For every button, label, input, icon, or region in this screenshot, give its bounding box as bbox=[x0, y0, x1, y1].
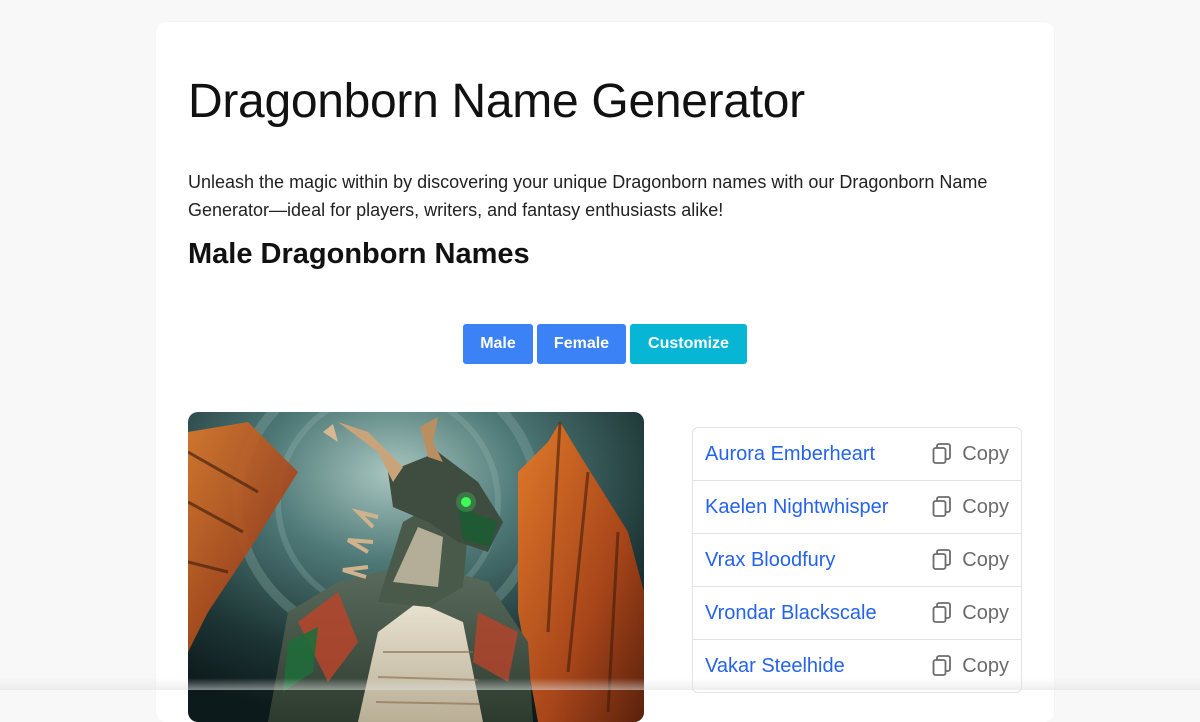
list-item: Kaelen Nightwhisper Copy bbox=[693, 481, 1021, 534]
generated-name[interactable]: Aurora Emberheart bbox=[705, 443, 875, 466]
customize-button[interactable]: Customize bbox=[630, 324, 747, 364]
generated-name[interactable]: Vrondar Blackscale bbox=[705, 602, 877, 625]
copy-label: Copy bbox=[962, 548, 1009, 571]
list-item: Vrondar Blackscale Copy bbox=[693, 587, 1021, 640]
generated-name[interactable]: Kaelen Nightwhisper bbox=[705, 496, 888, 519]
name-list: Aurora Emberheart Copy Kaelen Nightwhisp… bbox=[692, 427, 1022, 693]
female-button[interactable]: Female bbox=[537, 324, 626, 364]
page-description: Unleash the magic within by discovering … bbox=[188, 172, 988, 220]
generated-name[interactable]: Vrax Bloodfury bbox=[705, 549, 835, 572]
dragon-image bbox=[188, 412, 644, 722]
bottom-shadow bbox=[0, 678, 1200, 690]
copy-button[interactable]: Copy bbox=[932, 549, 1009, 572]
copy-label: Copy bbox=[962, 601, 1009, 624]
generator-card: Dragonborn Name Generator Unleash the ma… bbox=[156, 22, 1054, 722]
list-item: Aurora Emberheart Copy bbox=[693, 428, 1021, 481]
copy-icon bbox=[932, 443, 952, 464]
copy-icon bbox=[932, 655, 952, 676]
male-button[interactable]: Male bbox=[463, 324, 533, 364]
copy-button[interactable]: Copy bbox=[932, 443, 1009, 466]
generated-name[interactable]: Vakar Steelhide bbox=[705, 655, 845, 678]
copy-button[interactable]: Copy bbox=[932, 602, 1009, 625]
copy-button[interactable]: Copy bbox=[932, 496, 1009, 519]
page-title: Dragonborn Name Generator bbox=[188, 75, 805, 128]
copy-label: Copy bbox=[962, 442, 1009, 465]
copy-label: Copy bbox=[962, 495, 1009, 518]
list-item: Vrax Bloodfury Copy bbox=[693, 534, 1021, 587]
copy-icon bbox=[932, 602, 952, 623]
copy-button[interactable]: Copy bbox=[932, 655, 1009, 678]
copy-label: Copy bbox=[962, 654, 1009, 677]
gender-button-group: Male Female Customize bbox=[463, 324, 747, 364]
section-title: Male Dragonborn Names bbox=[188, 238, 530, 270]
copy-icon bbox=[932, 496, 952, 517]
copy-icon bbox=[932, 549, 952, 570]
